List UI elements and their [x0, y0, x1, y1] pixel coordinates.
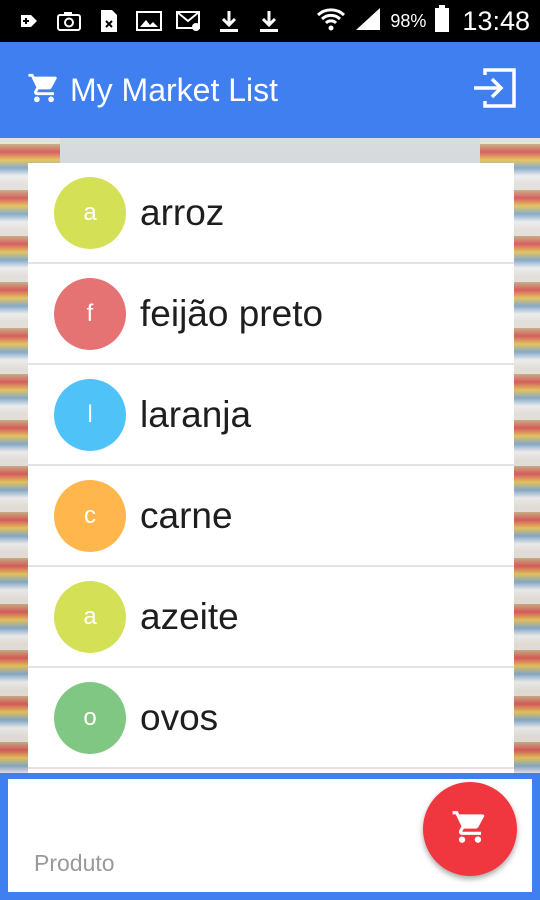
item-avatar: a [54, 580, 126, 653]
download-icon [256, 9, 282, 33]
add-notification-icon [16, 9, 42, 33]
app-bar: My Market List [0, 42, 540, 138]
download-icon [216, 9, 242, 33]
app-title: My Market List [70, 71, 279, 108]
item-label: ovos [140, 696, 219, 738]
list-item[interactable]: a arroz [28, 163, 514, 264]
shopping-cart-icon [26, 71, 62, 110]
list-item[interactable]: f feijão preto [28, 264, 514, 365]
item-label: azeite [140, 595, 239, 637]
item-avatar: a [54, 176, 126, 249]
list-item[interactable]: a azeite [28, 567, 514, 668]
item-avatar: f [54, 277, 126, 350]
list-item[interactable]: c carne [28, 466, 514, 567]
status-bar: 98% 13:48 [0, 0, 540, 42]
item-label: feijão preto [140, 292, 324, 334]
list-item[interactable]: l laranja [28, 365, 514, 466]
add-to-cart-button[interactable] [423, 782, 517, 876]
email-icon [176, 9, 202, 33]
app-title-group: My Market List [26, 71, 278, 110]
list-item[interactable]: o ovos [28, 668, 514, 769]
market-list[interactable]: a arroz f feijão preto l laranja c carne… [28, 163, 514, 773]
notification-icons [16, 9, 282, 33]
camera-icon [56, 9, 82, 33]
battery-icon [434, 4, 450, 38]
item-label: laranja [140, 393, 252, 435]
logout-button[interactable] [470, 65, 520, 115]
signal-icon [354, 6, 382, 37]
image-icon [136, 9, 162, 33]
file-icon [96, 9, 122, 33]
item-avatar: c [54, 479, 126, 552]
item-label: carne [140, 494, 233, 536]
system-indicators: 98% 13:48 [316, 4, 530, 38]
item-avatar: o [54, 681, 126, 754]
wifi-icon [316, 6, 346, 37]
logout-icon [471, 65, 519, 116]
battery-percent: 98% [390, 10, 427, 31]
item-avatar: l [54, 378, 126, 451]
add-to-cart-icon [451, 808, 489, 851]
item-label: arroz [140, 191, 225, 233]
product-input[interactable] [34, 846, 394, 880]
clock: 13:48 [462, 5, 530, 36]
